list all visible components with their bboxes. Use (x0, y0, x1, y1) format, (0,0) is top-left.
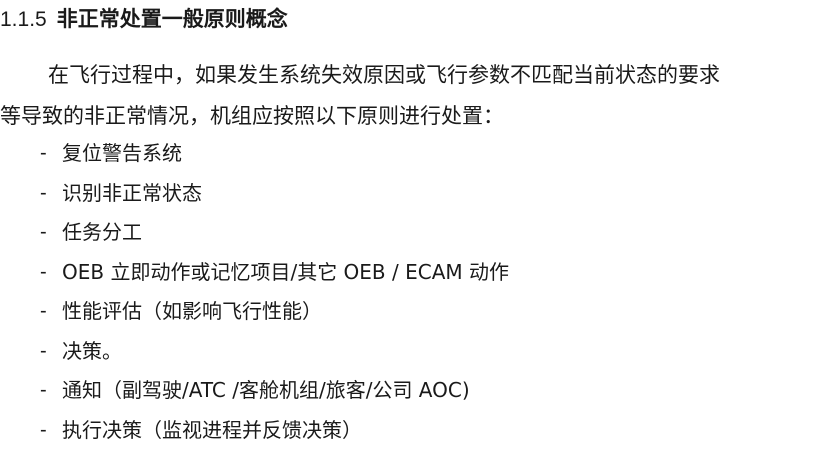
list-bullet: - (40, 142, 47, 164)
list-item-text: 决策。 (62, 338, 122, 363)
list-bullet: - (40, 221, 47, 243)
list-bullet: - (40, 181, 47, 204)
list-bullet: - (40, 418, 47, 441)
list-item: - 性能评估（如影响飞行性能） (40, 296, 509, 336)
list-item-text: 任务分工 (62, 220, 142, 244)
list-item-text: 识别非正常状态 (62, 180, 202, 205)
paragraph-line-2: 等导致的非正常情况，机组应按照以下原则进行处置： (0, 104, 504, 128)
section-heading: 1.1.5 非正常处置一般原则概念 (0, 4, 288, 35)
intro-paragraph: 在飞行过程中，如果发生系统失效原因或飞行参数不匹配当前状态的要求 等导致的非正常… (0, 57, 830, 135)
list-item: - 通知（副驾驶/ATC /客舱机组/旅客/公司 AOC) (40, 375, 509, 415)
list-item-text: 性能评估（如影响飞行性能） (62, 299, 322, 323)
section-number: 1.1.5 (0, 8, 47, 31)
list-item: - 复位警告系统 (40, 138, 509, 178)
list-item: - OEB 立即动作或记忆项目/其它 OEB / ECAM 动作 (40, 257, 509, 297)
list-item-text: OEB 立即动作或记忆项目/其它 OEB / ECAM 动作 (62, 259, 510, 284)
list-item: - 识别非正常状态 (40, 178, 509, 218)
list-bullet: - (40, 260, 47, 283)
list-item-text: 通知（副驾驶/ATC /客舱机组/旅客/公司 AOC) (62, 378, 470, 402)
list-item: - 执行决策（监视进程并反馈决策） (40, 415, 509, 455)
list-bullet: - (40, 339, 47, 362)
list-bullet: - (40, 379, 47, 401)
list-bullet: - (40, 300, 47, 322)
list-item: - 任务分工 (40, 217, 509, 257)
principles-list: - 复位警告系统 - 识别非正常状态 - 任务分工 - OEB 立即动作或记忆项目/其它… (40, 138, 509, 454)
list-item-text: 执行决策（监视进程并反馈决策） (62, 417, 362, 442)
section-title: 非正常处置一般原则概念 (56, 7, 288, 31)
paragraph-line-1: 在飞行过程中，如果发生系统失效原因或飞行参数不匹配当前状态的要求 (48, 63, 720, 87)
list-item-text: 复位警告系统 (62, 141, 182, 165)
list-item: - 决策。 (40, 336, 509, 376)
